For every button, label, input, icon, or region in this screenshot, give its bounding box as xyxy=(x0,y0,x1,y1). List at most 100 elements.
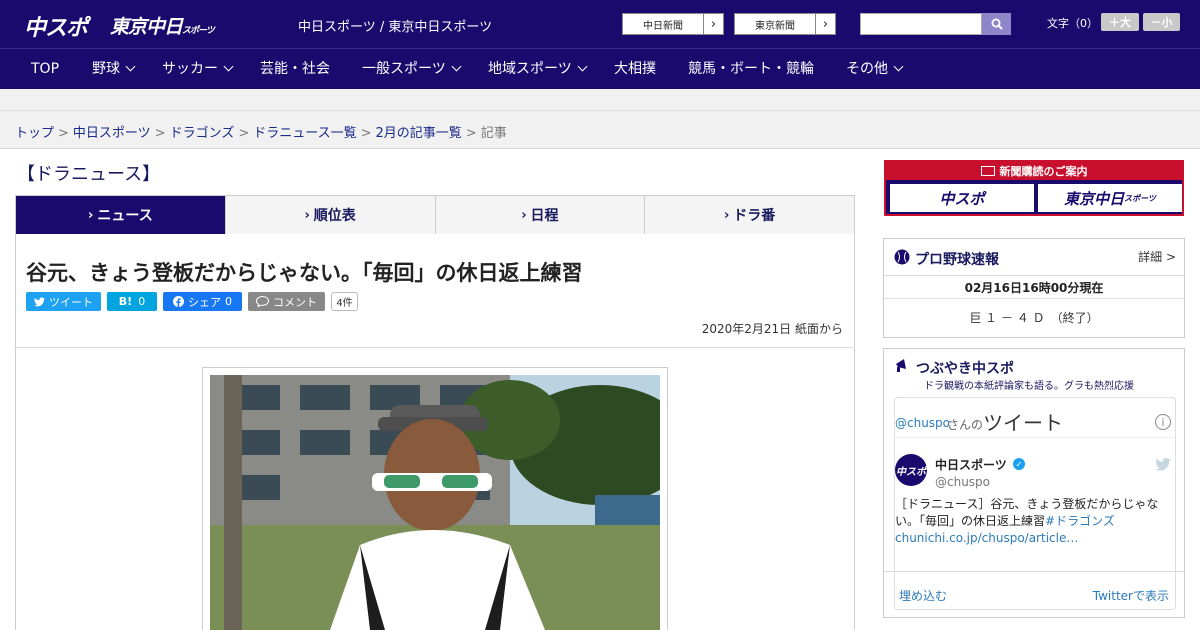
article-photo[interactable] xyxy=(210,375,660,630)
hatena-bookmark-button[interactable]: B! 0 xyxy=(107,292,157,311)
facebook-icon xyxy=(173,296,184,307)
chevron-right-icon: › xyxy=(304,207,310,223)
section-title: 【ドラニュース】 xyxy=(17,164,161,185)
nav-item-entertainment[interactable]: 芸能・社会 xyxy=(260,49,330,89)
tokyo-logo-text: 東京中日 xyxy=(110,16,183,38)
tab-dora-ban[interactable]: › ドラ番 xyxy=(645,196,854,234)
nav-item-other[interactable]: その他 xyxy=(846,49,904,89)
breadcrumb: トップ > 中日スポーツ > ドラゴンズ > ドラニュース一覧 >2月の記事一覧 > 記事 xyxy=(15,122,507,141)
megaphone-icon xyxy=(896,359,906,372)
nav-item-label: 野球 xyxy=(92,61,120,77)
tweet-account-handle[interactable]: @chuspo xyxy=(935,475,990,489)
nav-item-label: サッカー xyxy=(162,61,218,77)
comment-label: コメント xyxy=(273,295,317,309)
tokyo-banner-logo: 東京中日 スポーツ xyxy=(1038,184,1182,212)
breadcrumb-bar: トップ > 中日スポーツ > ドラゴンズ > ドラニュース一覧 >2月の記事一覧 > 記事 xyxy=(0,111,1200,149)
chuspo-logo[interactable]: 中スポ xyxy=(24,10,88,42)
nav-item-label: 競馬・ボート・競輪 xyxy=(688,61,814,77)
comment-button[interactable]: コメント xyxy=(248,292,325,311)
breadcrumb-link-chuspo[interactable]: 中日スポーツ xyxy=(73,126,151,141)
baseball-icon xyxy=(894,249,910,265)
chevron-down-icon xyxy=(893,61,904,72)
breadcrumb-separator: > xyxy=(154,126,166,141)
tweet-account-name[interactable]: 中日スポーツ xyxy=(935,456,1007,473)
nav-item-local-sports[interactable]: 地域スポーツ xyxy=(488,49,588,89)
font-decrease-button[interactable]: －小 xyxy=(1143,13,1180,31)
tokyo-chunichi-logo[interactable]: 東京中日スポーツ xyxy=(110,12,215,39)
tab-standings[interactable]: › 順位表 xyxy=(225,196,436,234)
chevron-down-icon xyxy=(451,61,462,72)
tab-label: ドラ番 xyxy=(733,208,776,224)
breadcrumb-link-month[interactable]: 2月の記事一覧 xyxy=(376,126,462,141)
nav-item-label: 一般スポーツ xyxy=(362,61,446,77)
timeline-header: @chuspo さんの ツイート i xyxy=(895,406,1175,438)
embed-link[interactable]: 埋め込む xyxy=(899,587,947,604)
tab-label: 順位表 xyxy=(313,208,356,224)
avatar[interactable]: 中スポ xyxy=(895,454,927,486)
speech-bubble-icon xyxy=(256,296,269,307)
hatena-icon: B! xyxy=(118,295,133,308)
top-header: 中スポ 東京中日スポーツ 中日スポーツ / 東京中日スポーツ 中日新聞 › 東京… xyxy=(0,0,1200,48)
article-dateline: 2020年2月21日 紙面から xyxy=(701,322,843,336)
main-nav: TOP 野球 サッカー 芸能・社会 一般スポーツ 地域スポーツ 大相撲 競馬・ボ… xyxy=(0,48,1200,89)
baseball-detail-link[interactable]: 詳細 > xyxy=(1138,248,1176,265)
tokyo-logo-sub: スポーツ xyxy=(182,26,215,36)
tweet-button[interactable]: ツイート xyxy=(26,292,101,311)
timeline-footer: 埋め込む Twitterで表示 xyxy=(884,571,1184,617)
chevron-right-icon: › xyxy=(521,207,527,223)
subscription-banner[interactable]: 新聞購読のご案内 中スポ 東京中日 スポーツ xyxy=(884,160,1184,216)
tab-label: 日程 xyxy=(530,208,559,224)
nav-item-soccer[interactable]: サッカー xyxy=(162,49,234,89)
nav-item-label: 大相撲 xyxy=(614,61,656,77)
nav-item-top[interactable]: TOP xyxy=(31,49,59,89)
tweet-link[interactable]: chunichi.co.jp/chuspo/article… xyxy=(895,531,1078,545)
font-increase-button[interactable]: ＋大 xyxy=(1101,13,1139,31)
game-score[interactable]: 巨 １ － ４ Ｄ （終了） xyxy=(884,309,1184,326)
breadcrumb-link-dragons[interactable]: ドラゴンズ xyxy=(170,126,235,141)
comment-count: 4件 xyxy=(331,292,358,311)
facebook-share-button[interactable]: シェア 0 xyxy=(163,292,242,311)
chevron-down-icon xyxy=(577,61,588,72)
nav-item-label: 芸能・社会 xyxy=(260,61,330,77)
breadcrumb-separator: > xyxy=(360,126,372,141)
chunichi-shimbun-link[interactable]: 中日新聞 › xyxy=(622,13,724,35)
nav-item-racing[interactable]: 競馬・ボート・競輪 xyxy=(688,49,814,89)
facebook-share-label: シェア xyxy=(188,295,221,309)
tweet-hashtag[interactable]: #ドラゴンズ xyxy=(1045,514,1115,528)
twitter-bird-icon xyxy=(34,296,45,306)
ext-link-label: 東京新聞 xyxy=(755,20,795,32)
timeline-handle[interactable]: @chuspo xyxy=(895,416,950,430)
tab-news[interactable]: › ニュース xyxy=(16,196,226,242)
twitter-widget-title: つぶやき中スポ xyxy=(916,361,1014,377)
tweet-label: ツイート xyxy=(49,295,93,309)
tab-schedule[interactable]: › 日程 xyxy=(435,196,646,234)
breadcrumb-link-news-list[interactable]: ドラニュース一覧 xyxy=(253,126,356,141)
chuspo-banner-logo: 中スポ xyxy=(890,184,1034,212)
search-input[interactable] xyxy=(860,13,982,35)
nav-item-label: その他 xyxy=(846,61,888,77)
subscription-banner-head: 新聞購読のご案内 xyxy=(886,162,1182,180)
breadcrumb-current: 記事 xyxy=(480,126,507,141)
view-on-twitter-link[interactable]: Twitterで表示 xyxy=(1093,587,1169,604)
chevron-right-icon: › xyxy=(815,14,835,34)
breadcrumb-separator: > xyxy=(238,126,250,141)
tweet-body: ［ドラニュース］谷元、きょう登板だからじゃない。「毎回」の休日返上練習 xyxy=(895,497,1159,528)
search-button[interactable] xyxy=(982,13,1011,35)
twitter-widget-subtitle: ドラ観戦の本紙評論家も語る。グラも熱烈応援 xyxy=(924,381,1134,392)
tokyo-shimbun-link[interactable]: 東京新聞 › xyxy=(734,13,836,35)
chevron-down-icon xyxy=(125,61,136,72)
photo-illustration xyxy=(210,375,660,630)
nav-item-sumo[interactable]: 大相撲 xyxy=(614,49,656,89)
breadcrumb-link-top[interactable]: トップ xyxy=(15,126,54,141)
hatena-count: 0 xyxy=(138,295,146,308)
chevron-right-icon: › xyxy=(703,14,723,34)
nav-item-baseball[interactable]: 野球 xyxy=(92,49,136,89)
search-icon xyxy=(991,18,1003,30)
chevron-down-icon xyxy=(223,61,234,72)
info-icon[interactable]: i xyxy=(1155,414,1171,430)
subscription-label: 新聞購読のご案内 xyxy=(999,165,1088,178)
verified-badge-icon: ✓ xyxy=(1013,458,1025,470)
score-timestamp: 02月16日16時00分現在 xyxy=(884,275,1184,299)
twitter-widget: つぶやき中スポ ドラ観戦の本紙評論家も語る。グラも熱烈応援 @chuspo さん… xyxy=(883,348,1185,618)
nav-item-general-sports[interactable]: 一般スポーツ xyxy=(362,49,462,89)
